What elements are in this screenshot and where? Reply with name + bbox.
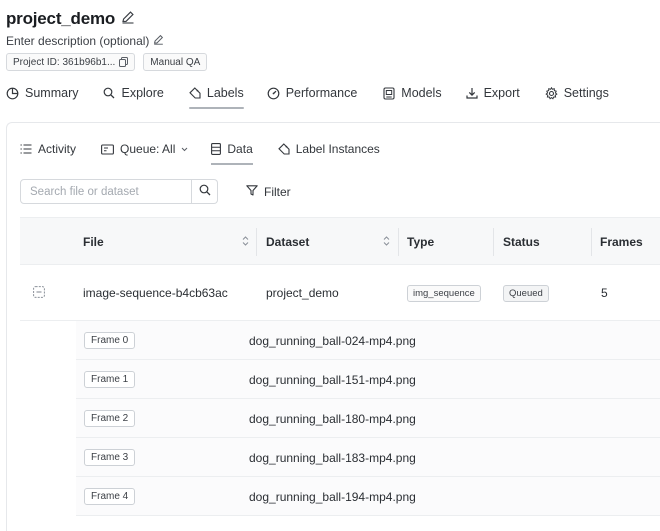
subtab-activity[interactable]: Activity: [20, 138, 76, 160]
column-header-type: Type: [407, 235, 435, 249]
column-header-frames: Frames: [600, 235, 643, 249]
column-header-status: Status: [503, 235, 540, 249]
project-tabs: Summary Explore Labels Performance Model…: [6, 82, 660, 109]
column-divider: [256, 228, 257, 256]
column-header-file[interactable]: File: [83, 218, 249, 266]
column-header-dataset[interactable]: Dataset: [266, 218, 390, 266]
column-divider: [591, 228, 592, 256]
search-button[interactable]: [192, 179, 218, 204]
tab-export[interactable]: Export: [465, 82, 520, 104]
project-header: project_demo Enter description (optional…: [6, 8, 660, 71]
copy-icon[interactable]: [119, 57, 129, 67]
summary-icon: [6, 87, 19, 100]
chevron-down-icon: [181, 147, 188, 152]
filter-button[interactable]: Filter: [246, 182, 291, 202]
row-expand-toggle[interactable]: [33, 265, 45, 321]
frame-tag: Frame 4: [84, 488, 136, 505]
filter-icon: [246, 185, 258, 199]
manual-qa-chip: Manual QA: [143, 53, 208, 71]
tab-models[interactable]: Models: [383, 82, 442, 104]
subtab-label: Activity: [38, 142, 77, 156]
frame-list: Frame 0 dog_running_ball-024-mp4.png Fra…: [76, 321, 660, 516]
tab-settings[interactable]: Settings: [545, 82, 609, 104]
frame-tag: Frame 1: [84, 371, 136, 388]
frame-row[interactable]: Frame 0 dog_running_ball-024-mp4.png: [76, 321, 660, 360]
tab-label: Explore: [121, 86, 164, 100]
project-description[interactable]: Enter description (optional): [6, 34, 149, 48]
model-icon: [383, 86, 395, 100]
tag-icon: [277, 143, 290, 155]
header-label: Dataset: [266, 235, 310, 249]
sort-icon[interactable]: [383, 235, 390, 249]
edit-description-icon[interactable]: [153, 32, 164, 50]
frame-row[interactable]: Frame 3 dog_running_ball-183-mp4.png: [76, 438, 660, 477]
subtab-queue[interactable]: Queue: All: [101, 138, 188, 160]
frame-file[interactable]: dog_running_ball-183-mp4.png: [249, 438, 416, 477]
cell-status: Queued: [503, 265, 549, 321]
gauge-icon: [267, 87, 280, 100]
labels-subtabs: Activity Queue: All Data Label Instances: [20, 138, 380, 165]
cell-type: img_sequence: [407, 265, 481, 321]
frame-row[interactable]: Frame 1 dog_running_ball-151-mp4.png: [76, 360, 660, 399]
project-id-text: Project ID: 361b96b1...: [13, 56, 116, 68]
database-icon: [211, 143, 222, 155]
frame-file[interactable]: dog_running_ball-194-mp4.png: [249, 477, 416, 516]
frame-tag: Frame 0: [84, 332, 136, 349]
column-divider: [493, 228, 494, 256]
edit-pencil-icon[interactable]: [121, 10, 135, 29]
tag-icon: [189, 87, 201, 99]
tab-performance[interactable]: Performance: [267, 82, 358, 104]
search-box: [20, 179, 218, 204]
tab-explore[interactable]: Explore: [103, 82, 164, 104]
subtab-label: Data: [227, 142, 253, 156]
subtab-label-instances[interactable]: Label Instances: [277, 138, 380, 160]
column-divider: [398, 228, 399, 256]
download-icon: [465, 87, 478, 99]
tab-label: Models: [401, 86, 442, 100]
tab-label: Performance: [285, 86, 358, 100]
tab-label: Settings: [563, 86, 609, 100]
frame-tag: Frame 2: [84, 410, 136, 427]
tab-label: Export: [483, 86, 520, 100]
gear-icon: [545, 86, 558, 100]
search-icon: [199, 184, 211, 199]
filter-label: Filter: [264, 185, 291, 199]
tab-labels[interactable]: Labels: [188, 82, 244, 109]
cell-dataset: project_demo: [266, 286, 339, 300]
data-table: File Dataset Type Status Frames image-se…: [20, 217, 660, 516]
frame-row[interactable]: Frame 4 dog_running_ball-194-mp4.png: [76, 477, 660, 516]
subtab-label: Label Instances: [295, 142, 380, 156]
subtab-label: Queue: All: [120, 142, 176, 156]
collapse-icon: [33, 285, 45, 301]
frame-tag: Frame 3: [84, 449, 136, 466]
table-header: File Dataset Type Status Frames: [20, 217, 660, 265]
subtab-data[interactable]: Data: [211, 138, 254, 165]
cell-frames: 5: [601, 286, 608, 300]
sort-icon[interactable]: [242, 235, 249, 249]
project-title: project_demo: [6, 9, 116, 28]
tab-label: Labels: [206, 86, 244, 100]
list-icon: [20, 144, 32, 154]
queue-icon: [101, 143, 114, 155]
frame-row[interactable]: Frame 2 dog_running_ball-180-mp4.png: [76, 399, 660, 438]
status-badge: Queued: [503, 284, 549, 302]
search-input[interactable]: [20, 179, 192, 204]
type-tag: img_sequence: [407, 284, 481, 302]
labels-panel: Activity Queue: All Data Label Instances…: [6, 122, 660, 531]
frame-file[interactable]: dog_running_ball-151-mp4.png: [249, 360, 416, 399]
cell-file[interactable]: image-sequence-b4cb63ac: [83, 265, 228, 321]
frame-file[interactable]: dog_running_ball-180-mp4.png: [249, 399, 416, 438]
project-id-chip[interactable]: Project ID: 361b96b1...: [6, 53, 136, 71]
frame-file[interactable]: dog_running_ball-024-mp4.png: [249, 321, 416, 360]
tab-label: Summary: [25, 86, 79, 100]
table-row[interactable]: image-sequence-b4cb63ac project_demo img…: [20, 265, 660, 321]
header-label: File: [83, 235, 104, 249]
search-icon: [103, 87, 115, 99]
tab-summary[interactable]: Summary: [6, 82, 78, 104]
